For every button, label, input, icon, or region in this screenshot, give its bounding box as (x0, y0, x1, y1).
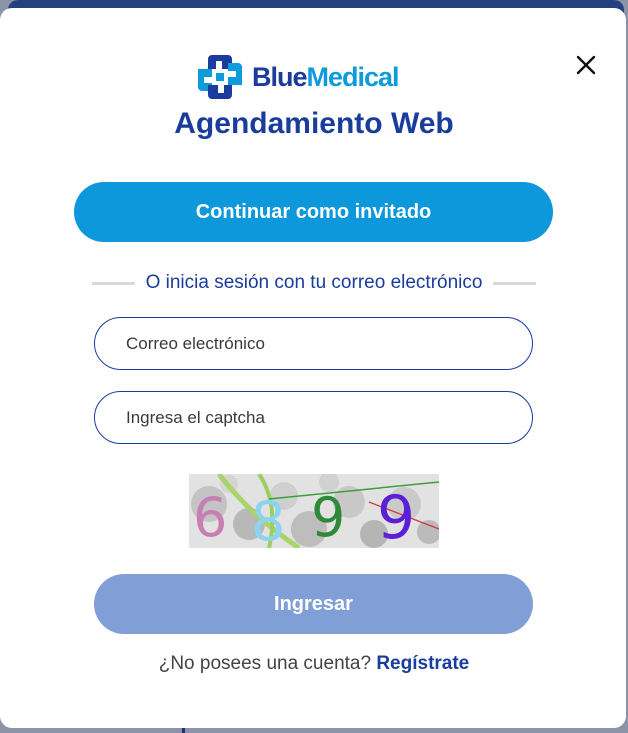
register-prompt: ¿No posees una cuenta? (158, 653, 372, 674)
submit-button[interactable]: Ingresar (94, 574, 533, 634)
divider-line-right (493, 281, 537, 285)
captcha-field[interactable] (94, 391, 533, 444)
captcha-image: 6 8 9 9 (189, 474, 439, 548)
captcha-digit-3: 9 (311, 486, 345, 548)
brand-name-medical: Medical (306, 61, 400, 92)
captcha-graphic: 6 8 9 9 (189, 474, 439, 548)
login-divider: O inicia sesión con tu correo electrónic… (92, 268, 537, 298)
email-field[interactable] (94, 317, 533, 370)
brand-name: BlueMedical (252, 61, 400, 93)
register-link[interactable]: Regístrate (376, 653, 469, 674)
captcha-digit-1: 6 (193, 486, 227, 548)
close-icon[interactable] (572, 51, 600, 79)
brand-name-blue: Blue (252, 61, 308, 92)
modal-title: Agendamiento Web (174, 107, 454, 140)
register-prompt-row: ¿No posees una cuenta? Regístrate (0, 653, 628, 675)
continue-as-guest-button[interactable]: Continuar como invitado (74, 182, 553, 242)
divider-line-left (92, 281, 135, 285)
medical-cross-icon (198, 55, 242, 99)
brand-logo: BlueMedical (194, 51, 400, 103)
divider-text: O inicia sesión con tu correo electrónic… (145, 272, 483, 293)
captcha-digit-2: 8 (251, 490, 285, 548)
captcha-digit-4: 9 (377, 483, 415, 548)
